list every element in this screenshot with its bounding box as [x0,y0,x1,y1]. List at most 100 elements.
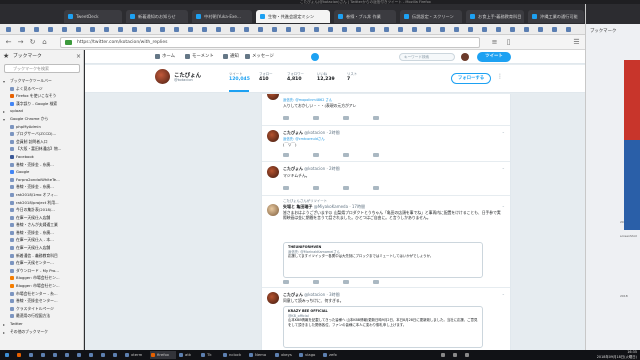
bookmark-item[interactable]: 巻線・売掛金 - 糸廣... [0,183,84,191]
bookmark-folder[interactable]: ▸ upload [0,107,84,115]
tweet[interactable]: こたぴょん @kotacion · 2時間 ⌄ 返信先: @cmtcoreuld… [262,126,510,162]
sidebar-icon[interactable]: ▯ [504,38,513,47]
bookmark-item[interactable]: 新着通信 - 義務教育科目 [0,252,84,260]
bookmark-icon[interactable] [146,26,154,33]
tweet-button[interactable]: ツイート [477,52,511,62]
bookmark-item[interactable]: 最適用の行程図方法 [0,312,84,320]
tab-makisen[interactable]: 巻線・ブル丼 作業 [334,10,396,23]
bookmark-icon[interactable] [132,26,140,33]
bookmark-search-input[interactable]: ブックマークを検索 [4,64,80,73]
launcher-icon[interactable] [100,351,108,359]
bookmark-icon[interactable] [412,26,420,33]
message-icon[interactable] [373,153,379,157]
twitter-search-input[interactable]: キーワード検索 [399,53,455,61]
bookmark-icon[interactable] [34,26,42,33]
tab-active[interactable]: 生物・共進会設定ミシン [256,10,330,23]
bookmark-icon[interactable] [104,26,112,33]
bookmark-item[interactable]: Blogger: 市場会社セン... [0,274,84,282]
taskbar-app[interactable]: zefx [322,351,340,359]
bookmark-item[interactable]: ダウンロード - My Pro... [0,267,84,275]
bookmark-icon[interactable] [118,26,126,33]
like-icon[interactable] [343,116,349,120]
bookmark-icon[interactable] [160,26,168,33]
bookmark-icon[interactable] [552,26,560,33]
bookmark-icon[interactable] [384,26,392,33]
reply-icon[interactable] [283,186,289,190]
reply-icon[interactable] [283,153,289,157]
tweet[interactable]: こたぴょん @kotacion · 2時間 ⌄ マジキムチん。 [262,162,510,196]
quoted-tweet[interactable]: THEUNIFORMVEN 返信先: @MorinakKamameiさん 応援し… [283,242,483,278]
launcher-icon[interactable] [28,351,36,359]
stat-likes[interactable]: いいね 12,239 [317,71,343,82]
stat-followers[interactable]: フォロワー 4,810 [287,71,313,82]
tweet-author[interactable]: こたぴょん @kotacion · 2時間 [283,166,340,172]
taskbar-app[interactable]: vlago [298,351,318,359]
launcher-icon[interactable] [88,351,96,359]
chevron-down-icon[interactable]: ⌄ [502,129,505,134]
library-icon[interactable]: ≡ [490,38,499,47]
bookmark-item[interactable]: 市場会社センター - 糸... [0,290,84,298]
tab-densetsu[interactable]: 伝説設定・スクリーン [400,10,462,23]
taskbar-app-active[interactable]: firefox [150,351,176,359]
bookmark-icon[interactable] [566,26,574,33]
retweet-icon[interactable] [313,186,319,190]
bookmark-item[interactable]: Firefox を使いこなそう [0,92,84,100]
bookmark-item[interactable]: rak2018/1mo オフィ... [0,191,84,199]
bookmark-item[interactable]: よく見るページ [0,85,84,93]
reload-icon[interactable]: ↻ [28,38,37,47]
bookmark-item[interactable]: 今日の集計表(2018/... [0,206,84,214]
follow-button[interactable]: フォローする [451,73,491,84]
tab-notice[interactable]: 新着通知のお知らせ [126,10,188,23]
taskbar-app[interactable]: atk [178,351,194,359]
avatar[interactable] [267,204,279,216]
twitter-bird-icon[interactable] [311,53,319,61]
stat-tweets[interactable]: ツイート 120,045 [229,71,255,82]
bookmark-icon[interactable] [62,26,70,33]
bookmark-icon[interactable] [48,26,56,33]
message-icon[interactable] [373,280,379,284]
back-icon[interactable]: ← [4,38,13,47]
start-menu-icon[interactable] [4,351,12,359]
bookmark-item[interactable]: Blogger: 市場会社セン... [0,282,84,290]
profile-avatar[interactable] [155,69,170,84]
quoted-tweet[interactable]: KRAZY BEE OFFICIAL @KB_official 山本KBB情報を… [283,306,483,348]
home-icon[interactable]: ⌂ [40,38,49,47]
forward-icon[interactable]: → [16,38,25,47]
retweet-icon[interactable] [313,280,319,284]
bookmark-icon[interactable] [286,26,294,33]
bookmark-icon[interactable] [20,26,28,33]
bookmark-icon[interactable] [314,26,322,33]
bookmark-item[interactable]: Google [0,168,84,176]
chevron-down-icon[interactable]: ⌄ [502,203,505,208]
avatar[interactable] [267,94,279,100]
avatar[interactable] [267,166,279,178]
chevron-down-icon[interactable]: ⌄ [502,165,505,170]
launcher-icon[interactable] [76,351,84,359]
bookmark-icon[interactable] [328,26,336,33]
bookmark-item[interactable]: Forpro2ondaiWhiteTe... [0,176,84,184]
bookmark-icon[interactable] [496,26,504,33]
bookmark-icon[interactable] [510,26,518,33]
stat-lists[interactable]: リスト 7 [347,71,373,82]
bookmark-item[interactable]: 在庫ー天候仕入 - 本... [0,236,84,244]
volume-icon[interactable] [452,351,460,359]
stat-following[interactable]: フォロー 410 [259,71,285,82]
taskbar-app[interactable]: Nemo [248,351,270,359]
bookmark-folder[interactable]: ▾ Google Chrome から [0,115,84,123]
taskbar-app[interactable]: xterm [124,351,148,359]
bookmark-icon[interactable] [300,26,308,33]
bookmark-icon[interactable] [356,26,364,33]
close-icon[interactable]: × [76,50,81,63]
avatar[interactable] [461,53,469,61]
bookmark-folder[interactable]: ▾ ブックマークツールバー [0,77,84,85]
bookmark-icon[interactable] [216,26,224,33]
bookmark-icon[interactable] [202,26,210,33]
bookmark-item[interactable]: phpMyAdmin [0,123,84,131]
tab-tweetdeck[interactable]: TweetDeck [64,10,122,23]
clock[interactable]: 16:35 2018年09月18日(火曜日) [597,350,637,360]
bookmark-icon[interactable] [398,26,406,33]
bookmark-item[interactable]: 巻線・売掛金 - 糸廣... [0,229,84,237]
nav-notifications[interactable]: 通知 [223,50,239,64]
launcher-icon[interactable] [40,351,48,359]
bookmark-item[interactable]: 巻線・さんが夫婦通工業 [0,221,84,229]
